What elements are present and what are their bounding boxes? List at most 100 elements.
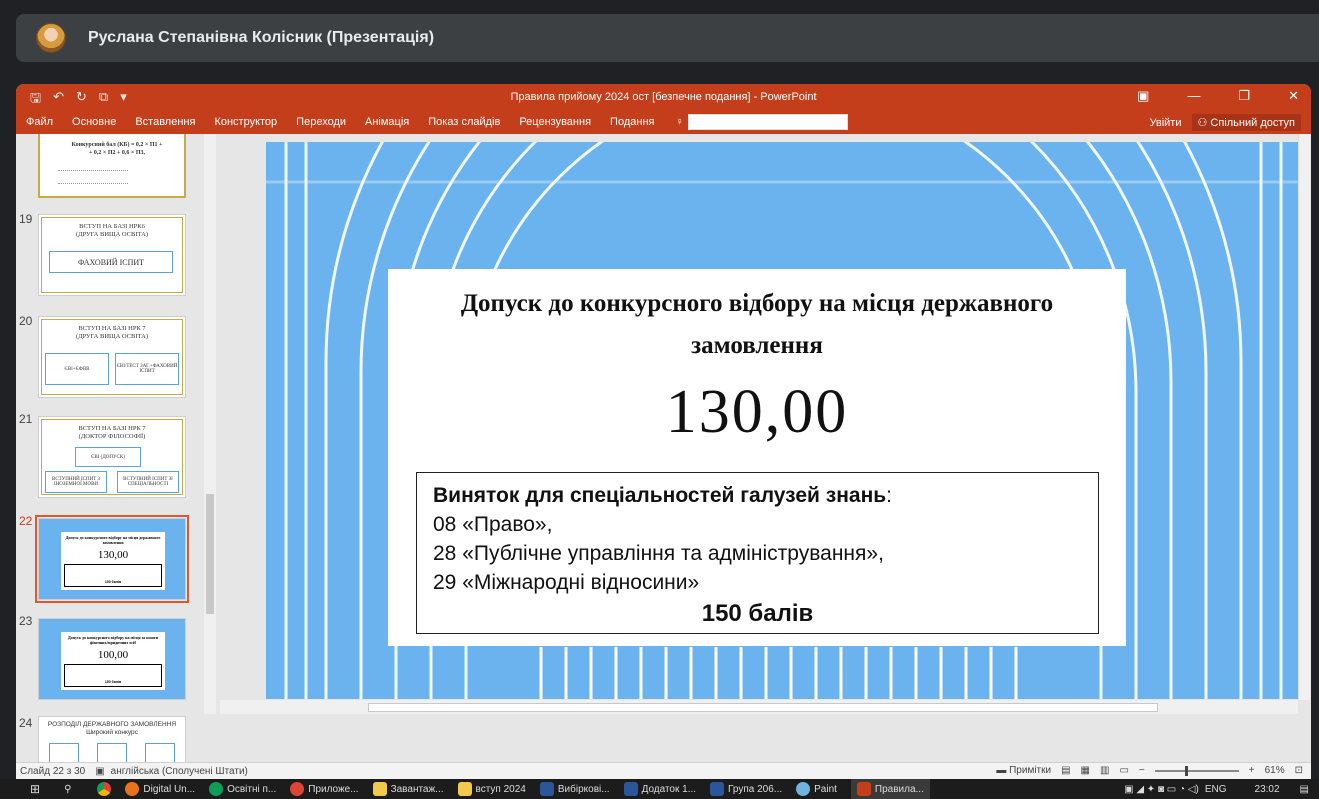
slide-title: Допуск до конкурсного відбору на місця д… [460, 290, 1054, 359]
tell-me-input[interactable] [687, 114, 848, 130]
tab-home[interactable]: Основне [72, 116, 116, 128]
fit-slide-icon[interactable]: ⊡ [1295, 765, 1303, 776]
zoom-in-icon[interactable]: + [1249, 765, 1255, 776]
thumbnail-number: 24 [19, 716, 33, 730]
tab-review[interactable]: Рецензування [519, 116, 591, 128]
taskbar-item[interactable]: Група 206... [710, 782, 782, 796]
tab-view[interactable]: Подання [610, 116, 654, 128]
thumbnail-formula: Конкурсний бал (КБ) = 0,2 × П1 + + 0,2 ×… [71, 142, 163, 156]
thumbnail-value: 130,00 [97, 549, 129, 561]
exception-box: Виняток для спеціальностей галузей знань… [416, 472, 1099, 634]
taskbar-item[interactable]: Paint [796, 782, 837, 796]
sorter-view-icon[interactable]: ▦ [1081, 765, 1090, 776]
chrome-icon[interactable] [97, 782, 112, 796]
exception-colon: : [886, 484, 893, 507]
notes-area[interactable] [204, 714, 1311, 762]
tab-transitions[interactable]: Переходи [296, 116, 346, 128]
tab-design[interactable]: Конструктор [214, 116, 277, 128]
tab-file[interactable]: Файл [26, 116, 53, 128]
word-icon [539, 782, 554, 796]
share-button[interactable]: ⚇ Спільний доступ [1191, 114, 1301, 131]
thumbnail-box [145, 743, 175, 762]
thumbnail-number: 23 [19, 614, 33, 628]
tray-icons[interactable]: ▣ ◢ ✦ ◙ ▭ ◔ ◁) [1124, 784, 1199, 795]
notes-button[interactable]: ▬ Примітки [996, 765, 1051, 776]
clock[interactable]: 23:02 [1255, 784, 1280, 795]
taskbar-label: Приложе... [308, 783, 359, 795]
thumbnail-points: 150 балів [104, 580, 122, 584]
thumbnail-number: 21 [19, 412, 33, 426]
zoom-out-icon[interactable]: − [1139, 765, 1145, 776]
status-right: ▬ Примітки ▤ ▦ ▥ ▭ − + 61% ⊡ [996, 765, 1303, 776]
thumbnail-23[interactable]: Допуск до конкурсного відбору на місця з… [38, 618, 186, 700]
close-icon[interactable]: ✕ [1288, 88, 1299, 104]
score-value: 130,00 [665, 378, 849, 446]
language-indicator[interactable]: англійська (Сполучені Штати) [111, 766, 248, 777]
taskbar-item[interactable]: Освітні п... [209, 782, 276, 796]
notes-label: Примітки [1009, 765, 1052, 776]
thumbnail-21[interactable]: ВСТУП НА БАЗІ НРК 7 (ДОКТОР ФІЛОСОФІЇ) Є… [38, 416, 186, 498]
input-language[interactable]: ENG [1205, 784, 1227, 795]
slide-horizontal-scrollbar[interactable] [220, 700, 1298, 714]
thumbnail-number: 20 [19, 314, 33, 328]
scroll-thumb[interactable] [368, 703, 1158, 712]
taskbar-label: Вибіркові... [557, 783, 610, 795]
system-tray: ▣ ◢ ✦ ◙ ▭ ◔ ◁) ENG 23:02 ▤ [1124, 779, 1309, 799]
thumbnail-line2: Широкий конкурс [86, 729, 138, 737]
thumbnail-18[interactable]: Конкурсний бал (КБ) = 0,2 × П1 + + 0,2 ×… [38, 134, 186, 198]
taskbar-item[interactable]: Завантаж... [372, 782, 444, 796]
taskbar-item[interactable]: вступ 2024 [457, 782, 526, 796]
taskbar-label: Правила... [874, 783, 924, 795]
status-bar: Слайд 22 з 30 ▣ англійська (Сполучені Шт… [16, 762, 1311, 779]
reading-view-icon[interactable]: ▥ [1100, 765, 1109, 776]
zoom-level[interactable]: 61% [1265, 765, 1285, 776]
taskbar-item[interactable]: Приложе... [290, 782, 359, 796]
scroll-thumb[interactable] [206, 494, 214, 614]
slide-counter: Слайд 22 з 30 [20, 765, 86, 777]
search-icon[interactable]: ⚲ [64, 784, 71, 795]
browser-icon [125, 782, 140, 796]
taskbar-item[interactable]: Вибіркові... [539, 782, 610, 796]
minimize-icon[interactable]: — [1187, 88, 1200, 104]
tab-insert[interactable]: Вставлення [135, 116, 195, 128]
current-slide[interactable]: Допуск до конкурсного відбору на місця д… [266, 142, 1301, 699]
restore-icon[interactable]: ❐ [1238, 88, 1250, 104]
exception-item: 28 «Публічне управління та адмініструван… [433, 542, 884, 565]
thumbnail-22[interactable]: Допуск до конкурсного відбору на місця д… [35, 515, 189, 603]
thumbnail-box [97, 743, 127, 762]
notification-icon[interactable]: ▤ [1300, 784, 1309, 795]
chrome-icon [209, 782, 224, 796]
normal-view-icon[interactable]: ▤ [1061, 765, 1070, 776]
word-icon [623, 782, 638, 796]
thumbnail-20[interactable]: ВСТУП НА БАЗІ НРК 7 (ДРУГА ВИЩА ОСВІТА) … [38, 316, 186, 398]
taskbar-label: Paint [814, 783, 837, 795]
workarea: Конкурсний бал (КБ) = 0,2 × П1 + + 0,2 ×… [16, 134, 1311, 762]
thumbnail-box-right: ЄВІ/ТЕСТ ЗАГ.+ФАХОВИЙ ІСПИТ [115, 353, 179, 385]
zoom-slider[interactable] [1154, 765, 1239, 776]
windows-start-icon[interactable]: ⊞ [30, 782, 40, 796]
thumbnail-24[interactable]: РОЗПОДІЛ ДЕРЖАВНОГО ЗАМОВЛЕННЯ Широкий к… [38, 716, 186, 762]
taskbar-item-active[interactable]: Правила... [850, 779, 930, 799]
thumbnail-box: 150 балів [64, 564, 162, 587]
tab-slideshow[interactable]: Показ слайдів [428, 116, 500, 128]
thumbnail-scrollbar[interactable] [204, 134, 216, 762]
thumbnail-19[interactable]: ВСТУП НА БАЗІ НРК6 (ДРУГА ВИЩА ОСВІТА) Ф… [38, 214, 186, 296]
taskbar-item[interactable]: Digital Un... [125, 782, 195, 796]
ribbon-display-icon[interactable]: ▣ [1137, 88, 1149, 104]
avatar [36, 23, 66, 53]
thumbnail-panel: Допуск до конкурсного відбору на місця з… [61, 632, 165, 690]
slide-stage: Допуск до конкурсного відбору на місця д… [220, 134, 1301, 700]
exception-points: 150 балів [701, 600, 814, 627]
slideshow-view-icon[interactable]: ▭ [1119, 765, 1128, 776]
thumbnail-box [49, 743, 79, 762]
slide-vertical-scrollbar[interactable] [1298, 134, 1310, 700]
folder-icon [457, 782, 472, 796]
thumbnail-box-right: ВСТУПНИЙ ІСПИТ ЗІ СПЕЦІАЛЬНОСТІ [117, 471, 179, 493]
taskbar-item[interactable]: Додаток 1... [623, 782, 696, 796]
spellcheck-icon[interactable]: ▣ [95, 766, 104, 777]
thumbnail-title: Допуск до конкурсного відбору на місця д… [65, 535, 161, 545]
signin-link[interactable]: Увійти [1150, 117, 1182, 129]
taskbar-label: Digital Un... [143, 783, 196, 795]
tab-animations[interactable]: Анімація [365, 116, 409, 128]
thumbnail-number: 22 [19, 514, 33, 528]
